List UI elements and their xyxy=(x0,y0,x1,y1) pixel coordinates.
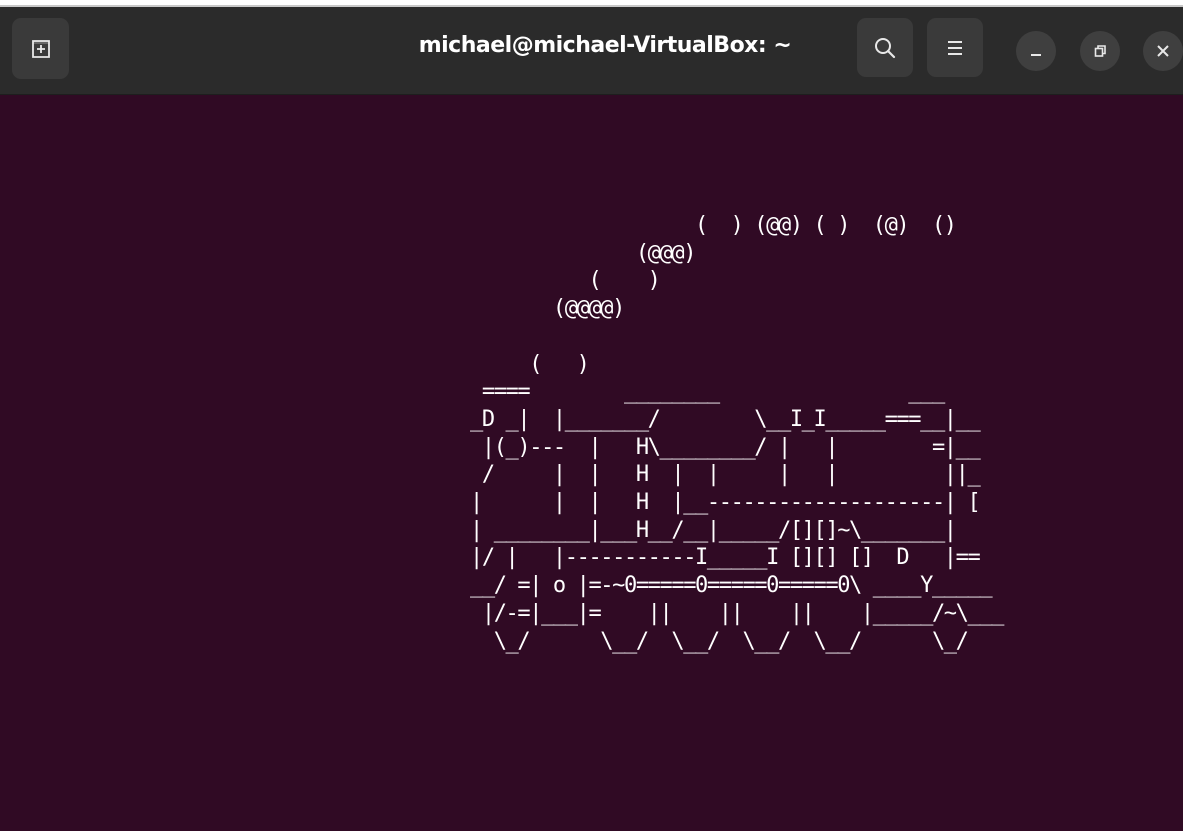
restore-icon xyxy=(1094,45,1106,57)
close-icon xyxy=(1157,45,1169,57)
terminal-line: ( ) xyxy=(470,351,590,377)
terminal-line: |/-=|___|= || || || |_____/~\___ xyxy=(470,600,1005,626)
hamburger-menu-icon xyxy=(948,40,962,55)
terminal-line: ==== ________ ___ xyxy=(470,379,945,405)
window-title: michael@michael-VirtualBox: ~ xyxy=(418,33,792,58)
new-tab-button[interactable] xyxy=(12,18,69,79)
terminal-line: __/ =| o |=-~0=====0=====0=====0\ ____Y_… xyxy=(470,573,993,599)
close-button[interactable] xyxy=(1143,31,1183,71)
sl-train-ascii-art: ( ) (@@) ( ) (@) () (@@@) ( ) (@@@@) ( )… xyxy=(470,212,1005,655)
terminal-header-bar: michael@michael-VirtualBox: ~ xyxy=(0,7,1183,95)
terminal-output[interactable]: ( ) (@@) ( ) (@) () (@@@) ( ) (@@@@) ( )… xyxy=(0,95,1183,831)
menu-button[interactable] xyxy=(927,18,983,77)
top-edge-strip xyxy=(0,0,1183,7)
terminal-line: ( ) (@@) ( ) (@) () xyxy=(470,213,957,238)
terminal-line: _D _| |_______/ \__I_I_____===__|__ xyxy=(470,406,981,432)
terminal-line: | | | H |__--------------------| [ xyxy=(470,490,981,516)
terminal-line: ( ) xyxy=(470,268,660,294)
terminal-line: |/ | |-----------I_____I [][] [] D |== xyxy=(470,545,981,571)
terminal-line: \_/ \__/ \__/ \__/ \__/ \_/ xyxy=(470,628,969,654)
terminal-line: (@@@@) xyxy=(470,296,625,322)
minimize-button[interactable] xyxy=(1016,31,1056,71)
search-icon xyxy=(875,37,896,58)
terminal-line: / | | H | | | | ||_ xyxy=(470,462,981,488)
new-tab-icon xyxy=(31,39,50,58)
minimize-icon xyxy=(1031,54,1041,56)
search-button[interactable] xyxy=(857,18,913,77)
restore-button[interactable] xyxy=(1080,31,1120,71)
terminal-line: |(_)--- | H\________/ | | =|__ xyxy=(470,434,981,460)
terminal-line: (@@@) xyxy=(470,240,697,266)
terminal-line: | ________|___H__/__|_____/[][]~\_______… xyxy=(470,517,957,543)
